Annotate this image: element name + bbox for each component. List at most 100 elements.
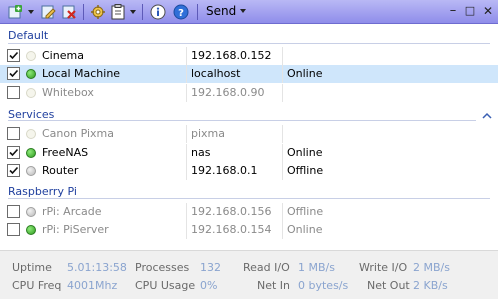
host-address: 192.168.0.90	[191, 86, 265, 99]
host-row-whitebox[interactable]: Whitebox 192.168.0.90	[0, 84, 498, 102]
minimize-button[interactable]: –	[446, 4, 460, 18]
column-divider	[186, 203, 187, 221]
host-row-cinema[interactable]: Cinema 192.168.0.152	[0, 47, 498, 65]
host-status: Online	[287, 67, 323, 80]
column-divider	[282, 144, 283, 162]
host-name: rPi: PiServer	[42, 223, 109, 236]
status-indicator-icon	[26, 207, 36, 217]
help-icon[interactable]: ?	[171, 3, 191, 21]
status-indicator-icon	[26, 51, 36, 61]
net-out-value: 2 KB/s	[413, 279, 448, 292]
uptime-label: Uptime	[12, 261, 52, 274]
host-address: 192.168.0.154	[191, 223, 272, 236]
net-out-label: Net Out	[367, 279, 410, 292]
column-divider	[282, 162, 283, 180]
write-io-label: Write I/O	[359, 261, 408, 274]
host-checkbox[interactable]	[7, 86, 20, 99]
host-name: rPi: Arcade	[42, 205, 102, 218]
edit-icon[interactable]	[38, 3, 58, 21]
column-divider	[282, 125, 283, 143]
send-dropdown-arrow-icon[interactable]	[240, 9, 246, 13]
cpu-usage-value: 0%	[200, 279, 218, 292]
group-header-default[interactable]: Default	[8, 29, 48, 42]
close-button[interactable]: ✕	[481, 4, 495, 18]
host-status: Online	[287, 223, 323, 236]
toolbar-separator	[142, 4, 143, 20]
host-row-canon-pixma[interactable]: Canon Pixma pixma	[0, 125, 498, 143]
host-address: pixma	[191, 127, 226, 140]
column-divider	[186, 84, 187, 102]
status-indicator-icon	[26, 88, 36, 98]
group-header-raspberry-pi[interactable]: Raspberry Pi	[8, 185, 77, 198]
status-indicator-icon	[26, 225, 36, 235]
write-io-value: 2 MB/s	[413, 261, 450, 274]
host-checkbox[interactable]	[7, 205, 20, 218]
column-divider	[282, 203, 283, 221]
net-in-value: 0 bytes/s	[298, 279, 349, 292]
host-address: 192.168.0.1	[191, 164, 258, 177]
host-row-router[interactable]: Router 192.168.0.1 Offline	[0, 162, 498, 180]
host-address: 192.168.0.152	[191, 49, 272, 62]
column-divider	[186, 162, 187, 180]
column-divider	[186, 65, 187, 83]
host-address: nas	[191, 146, 211, 159]
host-name: FreeNAS	[42, 146, 89, 159]
column-divider	[282, 221, 283, 239]
info-icon[interactable]	[148, 3, 168, 21]
toolbar: ? Send – □ ✕	[0, 0, 498, 24]
host-row-local-machine[interactable]: Local Machine localhost Online	[0, 65, 498, 83]
column-divider	[282, 84, 283, 102]
status-indicator-icon	[26, 166, 36, 176]
processes-value: 132	[200, 261, 221, 274]
host-status: Offline	[287, 164, 324, 177]
host-checkbox[interactable]	[7, 49, 20, 62]
delete-icon[interactable]	[59, 3, 79, 21]
host-row-rpi-piserver[interactable]: rPi: PiServer 192.168.0.154 Online	[0, 221, 498, 239]
host-checkbox[interactable]	[7, 146, 20, 159]
settings-icon[interactable]	[88, 3, 108, 21]
status-indicator-icon	[26, 69, 36, 79]
stats-footer: Uptime 5.01:13:58 Processes 132 Read I/O…	[0, 250, 498, 299]
host-checkbox[interactable]	[7, 127, 20, 140]
host-checkbox[interactable]	[7, 67, 20, 80]
send-button[interactable]: Send	[206, 4, 236, 18]
host-name: Cinema	[42, 49, 84, 62]
host-name: Canon Pixma	[42, 127, 115, 140]
status-indicator-icon	[26, 148, 36, 158]
group-divider	[8, 198, 490, 199]
processes-label: Processes	[135, 261, 190, 274]
column-divider	[186, 125, 187, 143]
net-in-label: Net In	[257, 279, 291, 292]
toolbar-separator	[83, 4, 84, 20]
cpu-usage-label: CPU Usage	[135, 279, 196, 292]
host-status: Offline	[287, 205, 324, 218]
column-divider	[186, 47, 187, 65]
group-divider	[8, 43, 490, 44]
read-io-label: Read I/O	[243, 261, 290, 274]
group-divider	[8, 120, 476, 121]
column-divider	[282, 65, 283, 83]
host-checkbox[interactable]	[7, 164, 20, 177]
uptime-value: 5.01:13:58	[67, 261, 127, 274]
host-row-freenas[interactable]: FreeNAS nas Online	[0, 144, 498, 162]
maximize-button[interactable]: □	[463, 4, 477, 18]
host-row-rpi-arcade[interactable]: rPi: Arcade 192.168.0.156 Offline	[0, 203, 498, 221]
collapse-chevron-icon[interactable]	[482, 112, 492, 120]
add-icon[interactable]	[4, 3, 26, 21]
svg-text:?: ?	[178, 8, 184, 19]
host-name: Router	[42, 164, 79, 177]
host-name: Whitebox	[42, 86, 94, 99]
column-divider	[186, 144, 187, 162]
column-divider	[282, 47, 283, 65]
add-dropdown-arrow-icon[interactable]	[27, 3, 35, 21]
cpu-freq-value: 4001Mhz	[67, 279, 118, 292]
host-checkbox[interactable]	[7, 223, 20, 236]
column-divider	[186, 221, 187, 239]
clipboard-dropdown-arrow-icon[interactable]	[129, 3, 137, 21]
read-io-value: 1 MB/s	[298, 261, 335, 274]
clipboard-icon[interactable]	[109, 3, 127, 21]
host-status: Online	[287, 146, 323, 159]
status-indicator-icon	[26, 129, 36, 139]
cpu-freq-label: CPU Freq	[12, 279, 62, 292]
toolbar-separator	[197, 4, 198, 20]
